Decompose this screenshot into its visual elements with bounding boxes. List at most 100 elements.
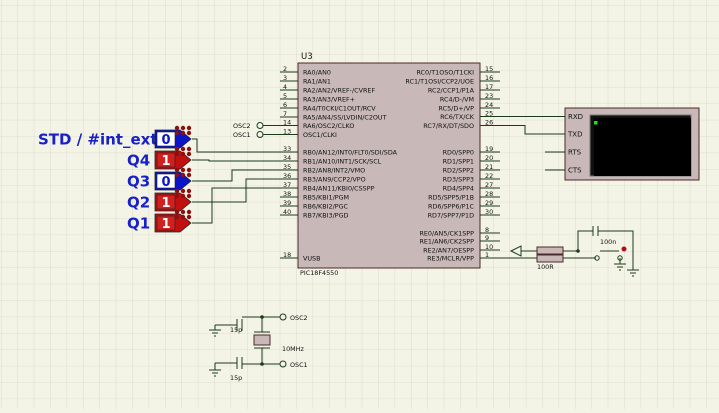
pin-dot xyxy=(180,214,186,220)
pin-number: 27 xyxy=(485,181,493,189)
pin-label: RD3/SPP3 xyxy=(443,175,474,183)
pin-label: RD5/SPP5/P1B xyxy=(428,193,474,201)
logic-state-value: 0 xyxy=(161,133,170,148)
pin-dot xyxy=(186,125,192,131)
pin-dot xyxy=(186,151,192,157)
input-label: Q2 xyxy=(127,194,150,212)
pin-label: RD4/SPP4 xyxy=(443,184,474,192)
c2-value: 15p xyxy=(230,374,242,382)
pin-dot xyxy=(186,188,192,194)
series-resistor[interactable] xyxy=(536,254,564,263)
pin-number: 15 xyxy=(485,65,493,73)
pin-number: 5 xyxy=(283,92,287,100)
pin-dot xyxy=(174,125,180,131)
pin-label: RD0/SPP0 xyxy=(443,148,474,156)
osc2-crystal-label: OSC2 xyxy=(290,314,308,322)
pin-dot xyxy=(174,146,180,152)
mcu-designator: U3 xyxy=(301,52,313,62)
terminal-pin-label: RTS xyxy=(568,149,582,157)
reset-capacitor-label: 100n xyxy=(600,238,616,246)
pin-number: 20 xyxy=(485,154,493,162)
pin-number: 40 xyxy=(283,208,291,216)
logic-state-value: 1 xyxy=(161,196,170,211)
osc2-terminal-label: OSC2 xyxy=(233,122,251,130)
pullup-resistor[interactable] xyxy=(536,246,564,255)
pin-dot xyxy=(186,214,192,220)
pin-number: 29 xyxy=(485,199,493,207)
terminal-cursor xyxy=(594,121,598,125)
pin-number: 26 xyxy=(485,119,493,127)
pin-dot xyxy=(186,172,192,178)
pin-number: 4 xyxy=(283,83,287,91)
pin-label: RA3/AN3/VREF+ xyxy=(303,95,355,103)
pin-label: RC5/D+/VP xyxy=(439,104,475,112)
pin-label: RD1/SPP1 xyxy=(443,157,474,165)
input-label: Q4 xyxy=(127,152,150,170)
crystal-body[interactable] xyxy=(253,334,271,346)
logic-state-value: 1 xyxy=(161,154,170,169)
mcu-u3[interactable]: U3 PIC18F4550 2 RA0/AN0 3 RA1/AN1 4 RA2/AN2/V… xyxy=(280,52,500,277)
pin-number: 16 xyxy=(485,74,493,82)
pin-number: 2 xyxy=(283,65,287,73)
pin-label: RE3/MCLR/VPP xyxy=(427,254,474,262)
junction-dot xyxy=(260,315,264,319)
mcu-part-number: PIC18F4550 xyxy=(300,269,338,277)
schematic-canvas[interactable]: U3 PIC18F4550 2 RA0/AN0 3 RA1/AN1 4 RA2/AN2/V… xyxy=(0,0,719,409)
pin-dot xyxy=(174,188,180,194)
pin-dot xyxy=(174,193,180,199)
button-indicator xyxy=(621,246,627,252)
pin-number: 19 xyxy=(485,145,493,153)
pin-dot xyxy=(186,193,192,199)
pin-label: RB2/AN8/INT2/VMO xyxy=(303,166,365,174)
pin-label: RC1/T1OSI/CCP2/UOE xyxy=(405,77,474,85)
pin-label: RC6/TX/CK xyxy=(440,113,475,121)
pin-label: RA6/OSC2/CLKO xyxy=(303,122,354,130)
pin-label: VUSB xyxy=(303,254,321,262)
pin-label: RC7/RX/DT/SDO xyxy=(423,122,474,130)
pin-label: RD6/SPP6/P1C xyxy=(428,202,474,210)
input-label: STD / #int_ext xyxy=(38,131,158,149)
pin-label: RA1/AN1 xyxy=(303,77,331,85)
pin-dot xyxy=(180,130,186,136)
pin-number: 21 xyxy=(485,163,493,171)
input-label: Q1 xyxy=(127,215,150,233)
pin-label: RD2/SPP2 xyxy=(443,166,474,174)
pin-dot xyxy=(180,172,186,178)
pin-label: OSC1/CLKI xyxy=(303,131,337,139)
pin-dot xyxy=(174,130,180,136)
logic-state-value: 0 xyxy=(161,175,170,190)
osc1-crystal-label: OSC1 xyxy=(290,361,308,369)
pin-label: RC4/D-/VM xyxy=(440,95,474,103)
schematic-svg[interactable]: U3 PIC18F4550 2 RA0/AN0 3 RA1/AN1 4 RA2/AN2/V… xyxy=(0,0,719,409)
crystal-frequency: 10MHz xyxy=(282,345,304,353)
terminal-pin-label: TXD xyxy=(567,131,582,139)
pin-label: RE2/AN7/OESPP xyxy=(423,246,474,254)
pin-number: 39 xyxy=(283,199,291,207)
pin-label: RB1/AN10/INT1/SCK/SCL xyxy=(303,157,382,165)
pin-label: RA0/AN0 xyxy=(303,68,331,76)
terminal-pin-label: CTS xyxy=(568,167,582,175)
pin-label: RE1/AN6/CK2SPP xyxy=(419,237,474,245)
pin-dot xyxy=(180,125,186,131)
pin-number: 25 xyxy=(485,110,493,118)
pin-dot xyxy=(186,146,192,152)
pin-dot xyxy=(180,146,186,152)
pin-label: RB6/KBI2/PGC xyxy=(303,202,349,210)
pin-number: 7 xyxy=(283,110,287,118)
pin-number: 30 xyxy=(485,208,493,216)
reset-resistor-label: 100R xyxy=(537,263,554,271)
logic-state-value: 1 xyxy=(161,217,170,232)
pin-dot xyxy=(186,209,192,215)
pin-label: RA5/AN4/SS/LVDIN/C2OUT xyxy=(303,113,387,121)
pin-number: 9 xyxy=(485,234,489,242)
pin-dot xyxy=(180,167,186,173)
junction-dot xyxy=(260,362,264,366)
pin-label: RB0/AN12/INT0/FLT0/SDI/SDA xyxy=(303,148,398,156)
virtual-terminal[interactable]: RXD TXD RTS CTS xyxy=(545,107,700,181)
pin-label: RD7/SPP7/P1D xyxy=(428,211,474,219)
pin-number: 24 xyxy=(485,101,493,109)
pin-label: RB4/AN11/KBI0/CSSPP xyxy=(303,184,375,192)
pin-dot xyxy=(180,151,186,157)
pin-dot xyxy=(174,172,180,178)
pin-label: RB7/KBI3/PGD xyxy=(303,211,349,219)
